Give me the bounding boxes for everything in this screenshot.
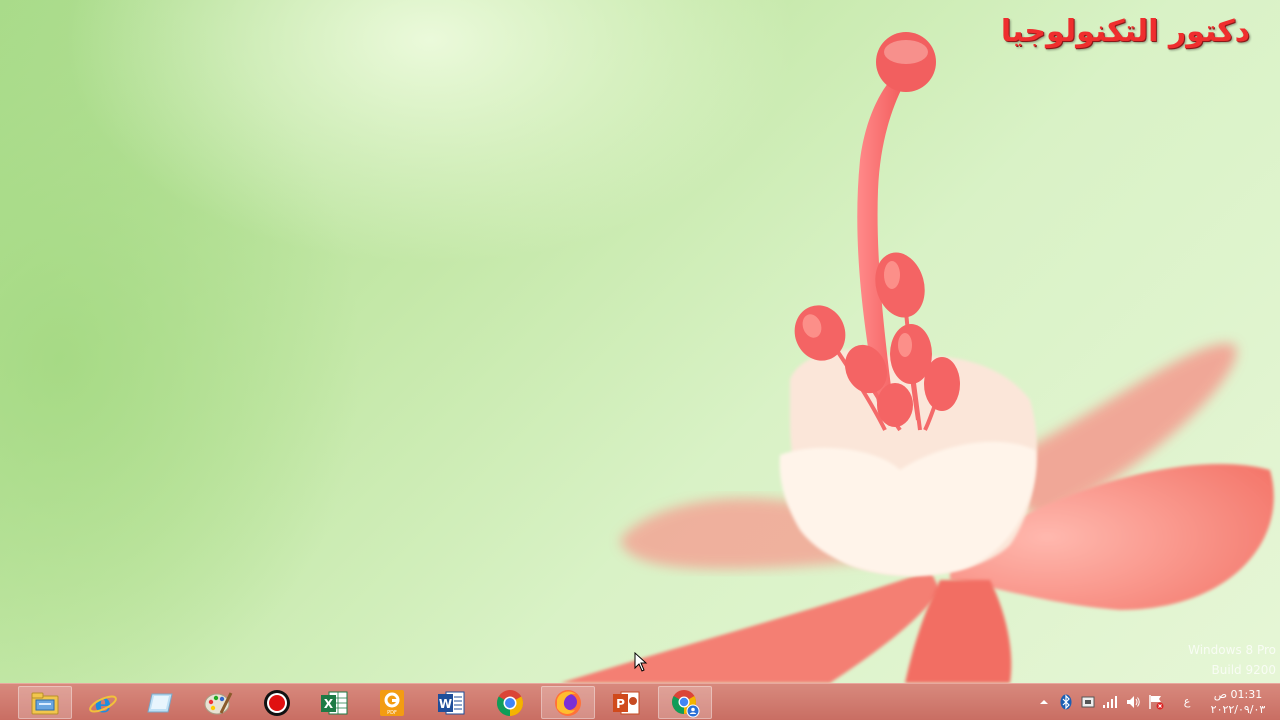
svg-text:X: X (324, 697, 334, 711)
taskbar-paint-button[interactable] (191, 686, 245, 719)
network-signal-icon[interactable] (1102, 694, 1118, 710)
taskbar-screen-recorder-button[interactable] (250, 686, 304, 719)
taskbar-chrome-button[interactable] (483, 686, 537, 719)
svg-text:W: W (439, 697, 452, 711)
bluetooth-icon[interactable] (1058, 694, 1074, 710)
windows-edition-text: Windows 8 Pro (1188, 643, 1276, 657)
taskbar-powerpoint-button[interactable]: P (599, 686, 653, 719)
taskbar-firefox-button[interactable] (541, 686, 595, 719)
svg-text:PDF: PDF (387, 710, 397, 716)
svg-text:e: e (95, 689, 112, 718)
powerpoint-icon: P (613, 691, 640, 714)
taskbar-pdf-button[interactable]: PDF (365, 686, 419, 719)
input-language-indicator[interactable]: ع (1180, 695, 1194, 708)
desktop-icon (147, 693, 173, 712)
file-explorer-icon (31, 692, 59, 714)
pdf-icon: PDF (380, 689, 404, 716)
clock-time: 01:31 ص (1213, 688, 1263, 701)
svg-text:P: P (616, 697, 625, 711)
taskbar-internet-explorer-button[interactable]: e (76, 686, 130, 719)
taskbar-excel-button[interactable]: X (307, 686, 361, 719)
taskbar: e X PDF W P ع 01:31 ص ٢٠٢٢/٠٩/٠٣ (0, 683, 1280, 720)
chrome-profile-icon (672, 689, 700, 717)
chrome-icon (496, 689, 524, 716)
word-icon: W (438, 691, 465, 714)
firefox-icon (555, 689, 581, 716)
show-hidden-icons-chevron-icon[interactable] (1036, 694, 1052, 710)
safely-remove-hardware-icon[interactable] (1080, 694, 1096, 710)
channel-watermark-text: دكتور التكنولوجيا (1000, 14, 1250, 49)
action-center-flag-icon[interactable] (1148, 694, 1164, 710)
paint-icon (204, 691, 233, 714)
taskbar-clock[interactable]: 01:31 ص ٢٠٢٢/٠٩/٠٣ (1200, 687, 1276, 717)
desktop-background: دكتور التكنولوجيا Windows 8 Pro Build 92… (0, 0, 1280, 683)
taskbar-desktop-button[interactable] (133, 686, 187, 719)
flower-wallpaper-image (560, 32, 1274, 683)
clock-date: ٢٠٢٢/٠٩/٠٣ (1210, 703, 1266, 716)
excel-icon: X (321, 691, 348, 714)
internet-explorer-icon: e (89, 689, 117, 718)
mouse-cursor-icon (634, 652, 648, 672)
taskbar-chrome-profile-button[interactable] (658, 686, 712, 719)
volume-speaker-icon[interactable] (1125, 694, 1141, 710)
windows-build-text: Build 9200 (1211, 663, 1276, 677)
windows-version-watermark: Windows 8 Pro Build 9200 (1188, 640, 1276, 680)
taskbar-file-explorer-button[interactable] (18, 686, 72, 719)
taskbar-word-button[interactable]: W (424, 686, 478, 719)
record-icon (264, 689, 290, 716)
